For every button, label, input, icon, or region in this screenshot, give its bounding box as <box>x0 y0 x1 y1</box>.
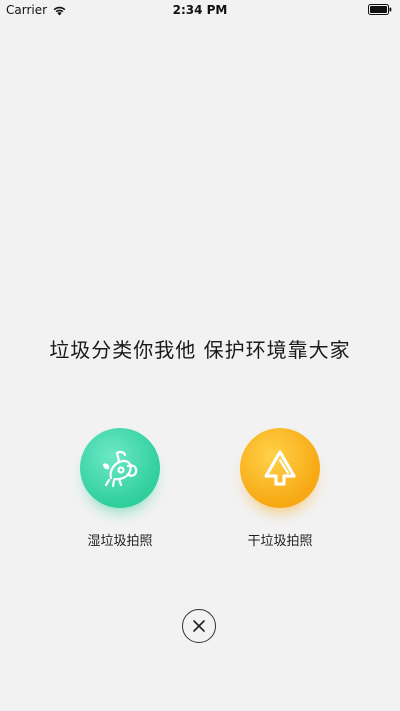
close-button[interactable] <box>182 609 216 643</box>
dry-waste-label: 干垃圾拍照 <box>247 534 313 549</box>
wet-waste-icon <box>103 450 138 488</box>
close-icon <box>193 620 205 632</box>
status-bar: Carrier 2:34 PM <box>0 0 400 20</box>
status-time: 2:34 PM <box>172 3 228 17</box>
wet-waste-photo-button[interactable]: 湿垃圾拍照 <box>60 428 180 549</box>
dry-waste-photo-button[interactable]: 干垃圾拍照 <box>220 428 340 549</box>
dry-waste-icon <box>264 450 296 486</box>
wet-waste-label: 湿垃圾拍照 <box>87 534 153 549</box>
slogan-text: 垃圾分类你我他 保护环境靠大家 <box>49 338 351 362</box>
battery-icon <box>368 4 392 18</box>
wet-waste-circle[interactable] <box>80 428 160 508</box>
dry-waste-circle[interactable] <box>240 428 320 508</box>
